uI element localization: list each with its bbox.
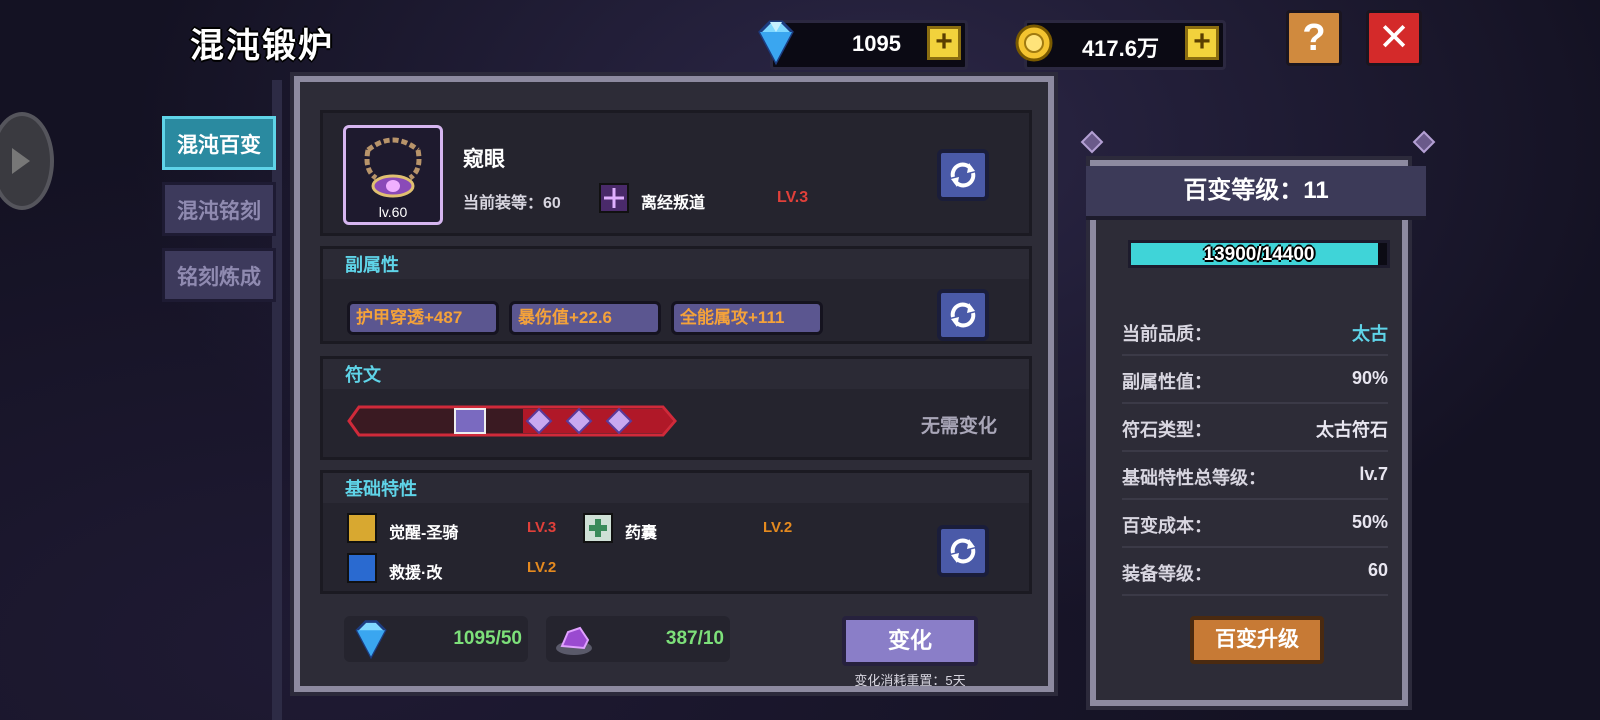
- add-gold-button[interactable]: +: [1185, 26, 1219, 60]
- sub-attributes-section: 副属性 护甲穿透+487 暴伤值+22.6 全能属攻+111: [320, 246, 1032, 344]
- side-drawer-handle[interactable]: [0, 112, 54, 210]
- stat-row: 基础特性总等级： lv.7: [1122, 452, 1388, 500]
- diamond-icon: [355, 620, 387, 660]
- gold-coin-icon: [1015, 24, 1053, 62]
- rune-bar: [347, 405, 677, 437]
- runes-title: 符文: [323, 359, 1029, 389]
- stat-row: 符石类型： 太古符石: [1122, 404, 1388, 452]
- stat-value: 90%: [1351, 368, 1388, 388]
- page-title: 混沌锻炉: [190, 27, 334, 65]
- gem-cost-box: 1095/50: [344, 616, 528, 662]
- stat-value: 太古符石: [1316, 420, 1388, 440]
- reset-note: 变化消耗重置：5天: [854, 673, 966, 688]
- progress-text: 13900/14400: [1203, 244, 1315, 265]
- refresh-icon: [950, 302, 976, 328]
- stat-key: 副属性值：: [1122, 372, 1212, 392]
- help-button[interactable]: ?: [1286, 10, 1342, 66]
- change-button[interactable]: 变化: [842, 616, 978, 666]
- item-name: 窥眼: [463, 148, 505, 171]
- gem-amount: 1095: [852, 31, 901, 56]
- paladin-trait-icon: [347, 513, 377, 543]
- stat-value: 太古: [1352, 324, 1388, 344]
- stat-row: 副属性值： 90%: [1122, 356, 1388, 404]
- item-slot[interactable]: lv.60: [343, 125, 443, 225]
- sub-attribute-pill: 暴伤值+22.6: [509, 301, 661, 335]
- stat-key: 当前品质：: [1122, 324, 1212, 344]
- equip-level: 当前装等：60: [463, 195, 561, 212]
- trait-name: 救援·改: [389, 565, 443, 582]
- corner-ornament: [1080, 130, 1104, 154]
- material-cost-box: 387/10: [546, 616, 730, 662]
- trait-level: LV.2: [527, 559, 557, 576]
- runes-section: 符文 无需变化: [320, 356, 1032, 460]
- material-cost: 387/10: [665, 628, 724, 649]
- chaos-crystal-icon: [556, 626, 592, 655]
- rune-status: 无需变化: [921, 416, 998, 437]
- gold-amount: 417.6万: [1081, 36, 1159, 61]
- play-arrow-icon: [12, 148, 30, 174]
- item-section: lv.60 窥眼 当前装等：60 离经叛道 LV.3: [320, 110, 1032, 236]
- main-panel: lv.60 窥眼 当前装等：60 离经叛道 LV.3 副属性 护甲穿透+487 …: [290, 72, 1058, 696]
- diamond-icon: [758, 20, 794, 66]
- medkit-trait-icon: [583, 513, 613, 543]
- gem-cost: 1095/50: [453, 628, 522, 649]
- add-gems-button[interactable]: +: [927, 26, 961, 60]
- transform-level-title: 百变等级：11: [1086, 166, 1426, 220]
- effect-level: LV.3: [777, 189, 809, 206]
- rune-slot-active: [454, 408, 486, 434]
- tab-inscription-refine[interactable]: 铭刻炼成: [162, 248, 276, 302]
- stat-row: 装备等级： 60: [1122, 548, 1388, 596]
- sub-attribute-pill: 全能属攻+111: [671, 301, 823, 335]
- trait-name: 药囊: [625, 525, 658, 542]
- rebel-effect-icon: [599, 183, 629, 213]
- base-traits-title: 基础特性: [323, 473, 1029, 503]
- refresh-icon: [950, 538, 976, 564]
- trait-level: LV.3: [527, 519, 557, 536]
- effect-name: 离经叛道: [641, 195, 706, 212]
- stat-value: lv.7: [1359, 464, 1388, 484]
- eye-amulet-icon: [364, 137, 422, 198]
- close-button[interactable]: ✕: [1366, 10, 1422, 66]
- sub-attributes-title: 副属性: [323, 249, 1029, 279]
- stat-value: 60: [1367, 560, 1388, 580]
- tab-chaos-transform[interactable]: 混沌百变: [162, 116, 276, 170]
- reroll-traits-button[interactable]: [937, 525, 989, 577]
- reroll-sub-attributes-button[interactable]: [937, 289, 989, 341]
- refresh-icon: [950, 162, 976, 188]
- stat-key: 符石类型：: [1122, 420, 1212, 440]
- sub-attribute-pill: 护甲穿透+487: [347, 301, 499, 335]
- item-level: lv.60: [378, 204, 408, 220]
- transform-progress-bar: 13900/14400: [1128, 240, 1390, 268]
- stat-row: 当前品质： 太古: [1122, 308, 1388, 356]
- base-traits-section: 基础特性 觉醒-圣骑 LV.3 药囊 LV.2 救援·改 LV.2: [320, 470, 1032, 594]
- tab-chaos-inscription[interactable]: 混沌铭刻: [162, 182, 276, 236]
- stat-key: 百变成本：: [1122, 516, 1212, 536]
- stat-row: 百变成本： 50%: [1122, 500, 1388, 548]
- rescue-trait-icon: [347, 553, 377, 583]
- reroll-item-button[interactable]: [937, 149, 989, 201]
- stat-key: 装备等级：: [1122, 564, 1212, 584]
- side-rail: [272, 80, 282, 720]
- trait-name: 觉醒-圣骑: [389, 525, 459, 542]
- stat-value: 50%: [1351, 512, 1388, 532]
- corner-ornament: [1412, 130, 1436, 154]
- stat-key: 基础特性总等级：: [1122, 468, 1266, 488]
- transform-upgrade-button[interactable]: 百变升级: [1190, 616, 1324, 664]
- trait-level: LV.2: [763, 519, 793, 536]
